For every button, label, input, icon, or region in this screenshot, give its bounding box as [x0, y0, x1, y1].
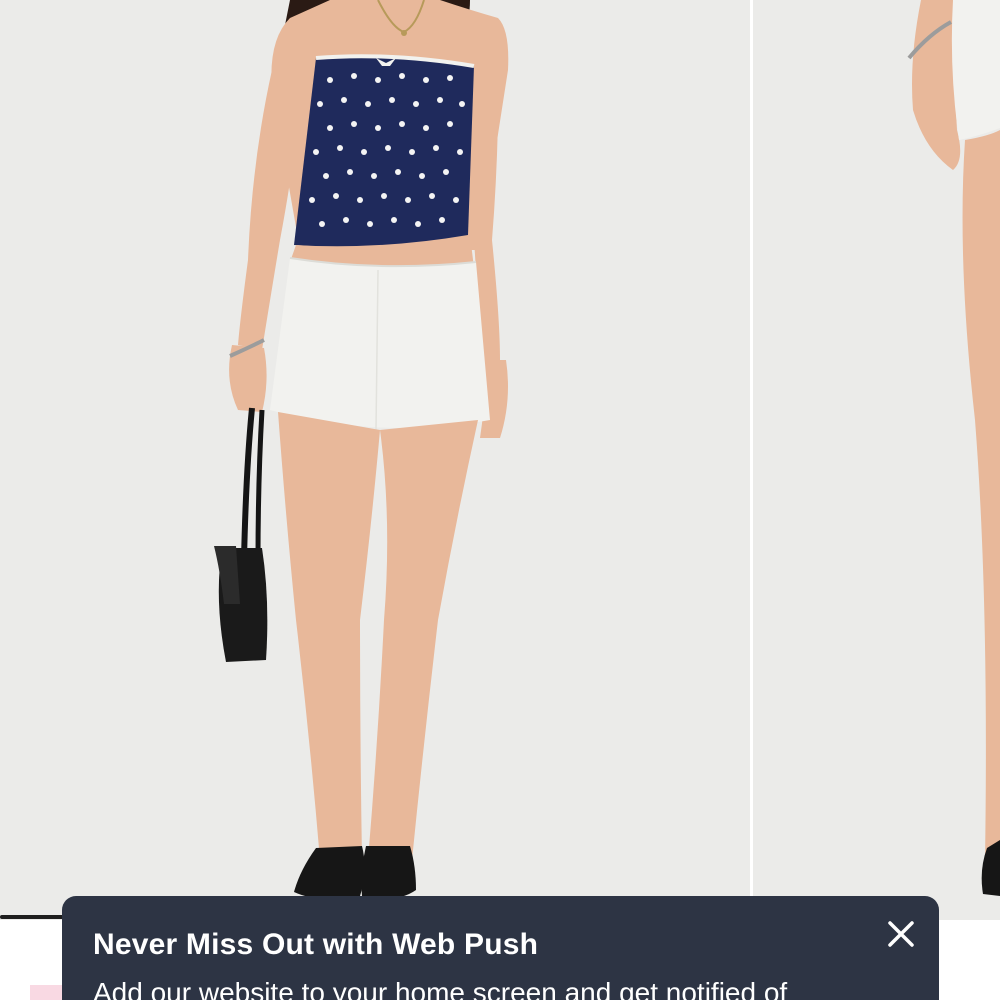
product-image-2[interactable] — [753, 0, 1000, 920]
web-push-banner[interactable]: Never Miss Out with Web Push Add our web… — [62, 896, 939, 1000]
push-banner-title: Never Miss Out with Web Push — [93, 928, 539, 961]
close-icon — [888, 921, 914, 947]
color-swatch[interactable] — [30, 985, 64, 1000]
model-side-illustration — [753, 0, 1000, 920]
close-button[interactable] — [885, 918, 917, 950]
model-front-illustration — [0, 0, 750, 920]
product-image-carousel[interactable] — [0, 0, 1000, 920]
viewport: Never Miss Out with Web Push Add our web… — [0, 0, 1000, 1000]
push-banner-body: Add our website to your home screen and … — [93, 977, 788, 1000]
product-image-1[interactable] — [0, 0, 750, 920]
